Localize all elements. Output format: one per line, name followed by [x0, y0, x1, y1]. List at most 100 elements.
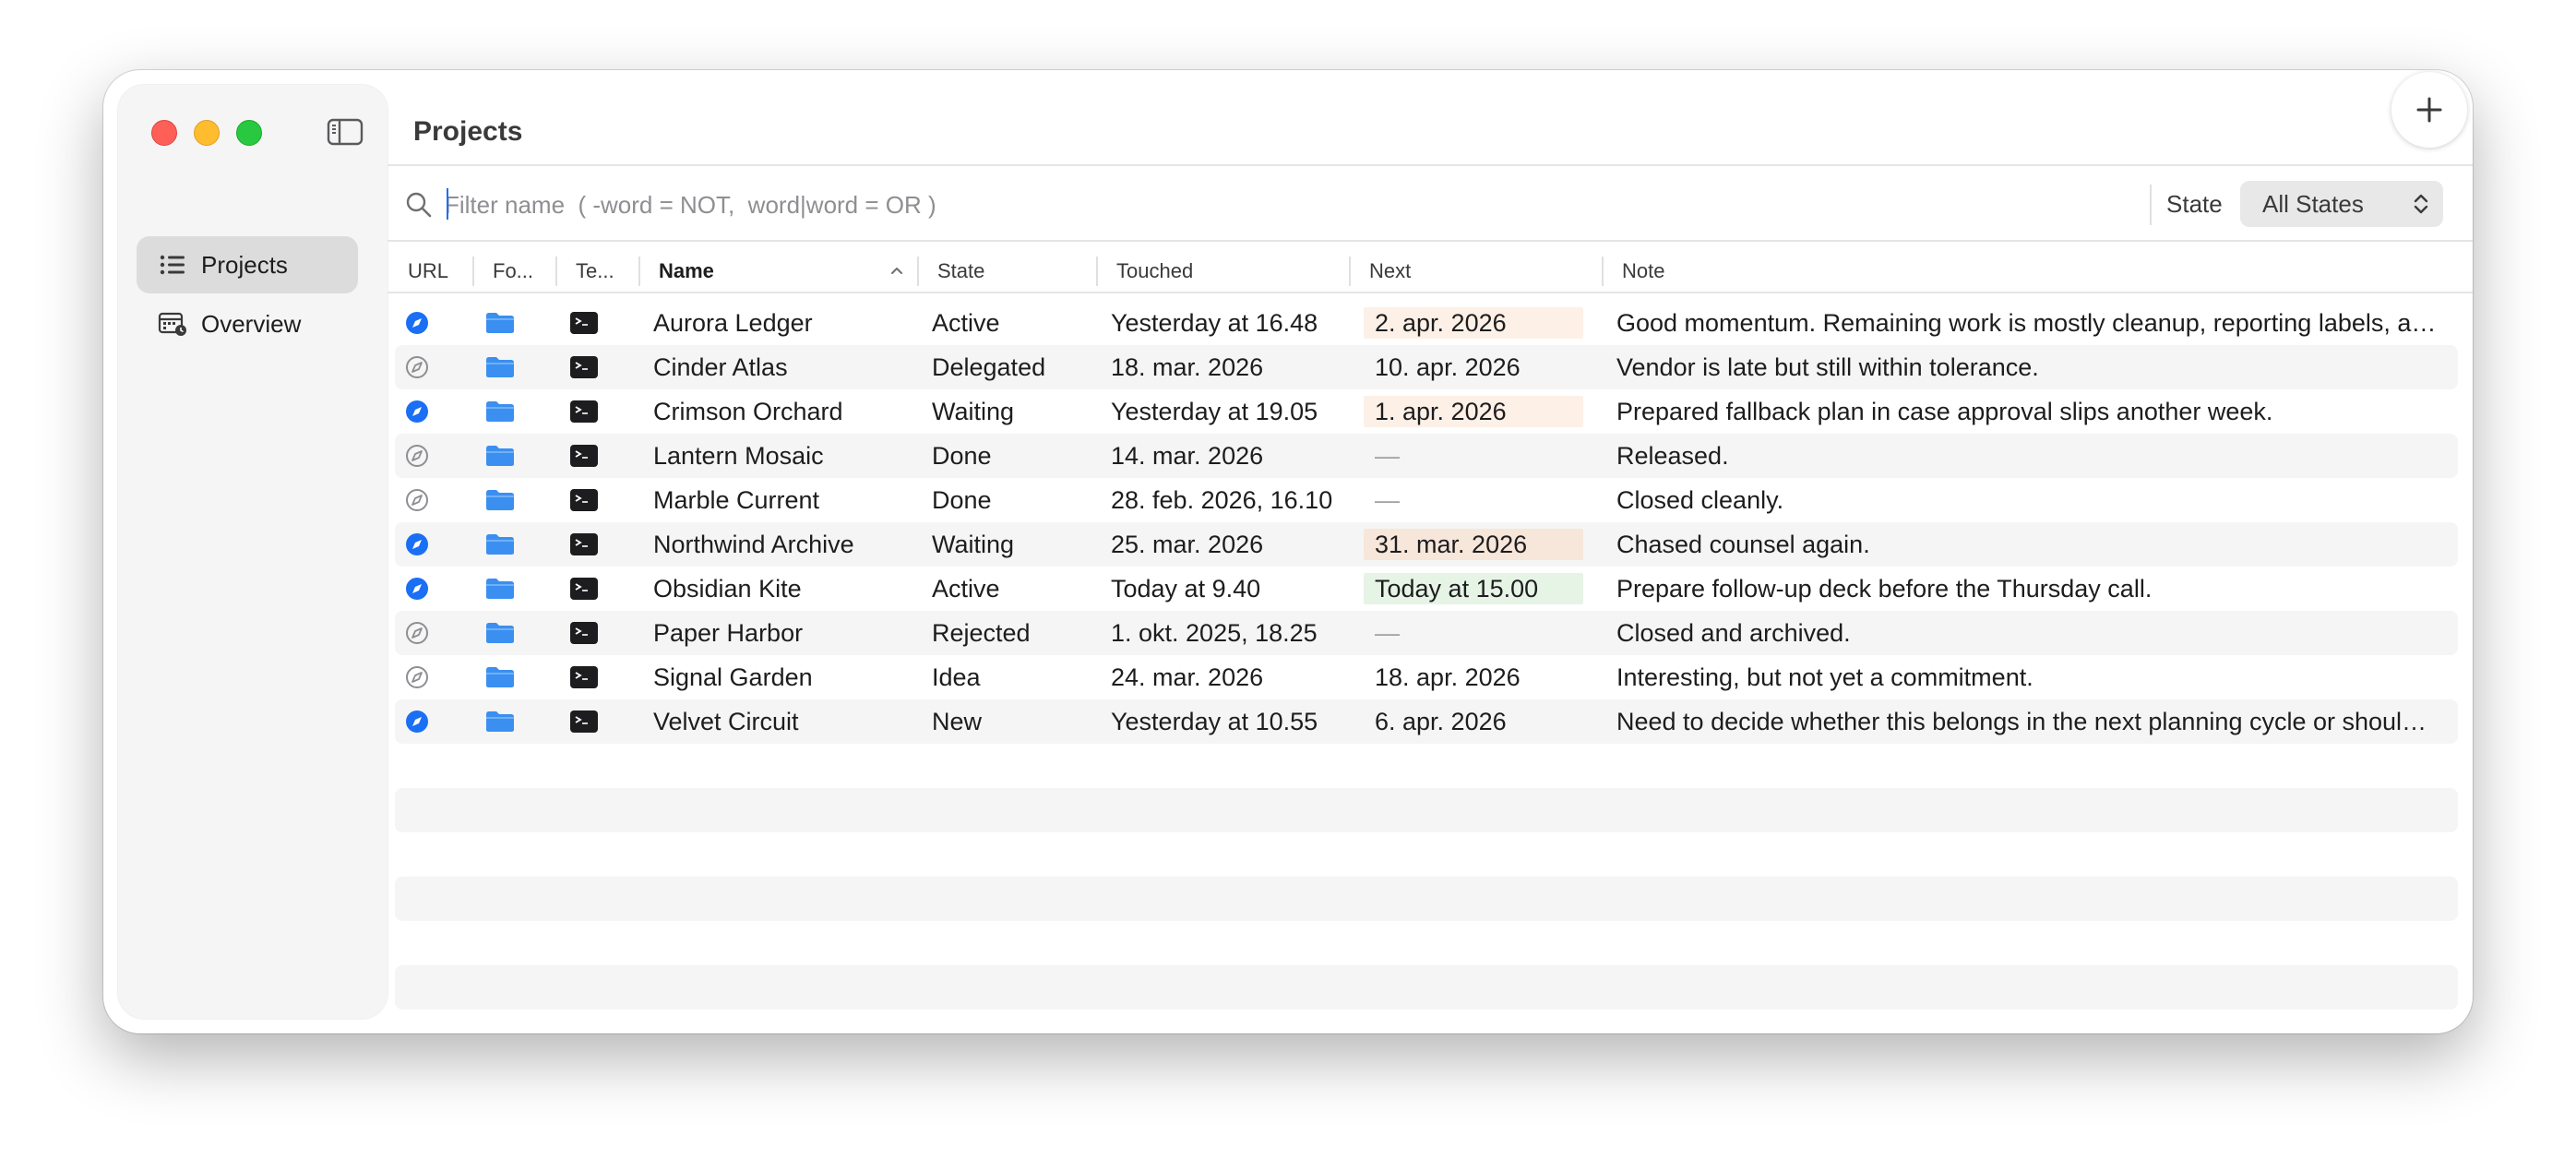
project-note: Released. [1616, 442, 1729, 470]
project-state: Active [932, 308, 1000, 337]
folder-icon[interactable] [485, 655, 515, 699]
plus-icon [2416, 97, 2442, 123]
table-row[interactable]: Marble Current Done 28. feb. 2026, 16.10 — C… [395, 478, 2458, 522]
next-date: 6. apr. 2026 [1375, 707, 1507, 735]
compass-outline-icon[interactable] [404, 345, 430, 389]
column-header-name[interactable]: Name [659, 255, 714, 288]
folder-icon[interactable] [485, 522, 515, 567]
terminal-icon[interactable] [570, 389, 598, 434]
project-name: Cinder Atlas [653, 352, 788, 381]
compass-outline-icon[interactable] [404, 434, 430, 478]
project-name: Northwind Archive [653, 530, 854, 558]
project-note: Need to decide whether this belongs in t… [1616, 708, 2438, 735]
folder-icon[interactable] [485, 301, 515, 345]
column-header-next[interactable]: Next [1369, 255, 1411, 288]
compass-outline-icon[interactable] [404, 478, 430, 522]
terminal-icon[interactable] [570, 301, 598, 345]
folder-icon[interactable] [485, 611, 515, 655]
table-row[interactable]: Obsidian Kite Active Today at 9.40 Today at… [395, 567, 2458, 611]
compass-outline-icon[interactable] [404, 611, 430, 655]
divider [388, 164, 2473, 166]
project-note: Chased counsel again. [1616, 531, 1870, 558]
column-header-terminal[interactable]: Te... [576, 255, 614, 288]
compass-icon[interactable] [404, 567, 430, 611]
next-date: — [1375, 618, 1400, 647]
folder-icon[interactable] [485, 699, 515, 744]
close-window-button[interactable] [151, 120, 177, 146]
touched-date: 18. mar. 2026 [1111, 352, 1264, 381]
divider [388, 292, 2473, 293]
terminal-icon[interactable] [570, 522, 598, 567]
project-state: Idea [932, 663, 981, 691]
folder-icon[interactable] [485, 567, 515, 611]
terminal-icon[interactable] [570, 567, 598, 611]
next-date: 2. apr. 2026 [1375, 308, 1507, 337]
terminal-icon[interactable] [570, 478, 598, 522]
next-date: — [1375, 441, 1400, 470]
next-date: 31. mar. 2026 [1375, 530, 1528, 558]
sidebar-item-projects[interactable]: Projects [137, 236, 358, 293]
next-date: 1. apr. 2026 [1375, 397, 1507, 425]
empty-row [395, 965, 2458, 1009]
project-state: Rejected [932, 618, 1031, 647]
sort-ascending-icon [891, 268, 902, 274]
table-row[interactable]: Aurora Ledger Active Yesterday at 16.48 2. … [395, 301, 2458, 345]
chevron-up-down-icon [2414, 194, 2428, 214]
touched-date: 1. okt. 2025, 18.25 [1111, 618, 1318, 647]
touched-date: Yesterday at 10.55 [1111, 707, 1318, 735]
compass-icon[interactable] [404, 301, 430, 345]
filter-name-input[interactable] [445, 185, 1736, 225]
touched-date: Today at 9.40 [1111, 574, 1261, 603]
table-row[interactable]: Velvet Circuit New Yesterday at 10.55 6. ap… [395, 699, 2458, 744]
table-row[interactable]: Cinder Atlas Delegated 18. mar. 2026 10. ap… [395, 345, 2458, 389]
zoom-window-button[interactable] [236, 120, 262, 146]
add-project-button[interactable] [2391, 72, 2467, 148]
folder-icon[interactable] [485, 434, 515, 478]
sidebar-item-label: Overview [201, 309, 302, 338]
sidebar-item-overview[interactable]: Overview [137, 295, 358, 352]
project-name: Lantern Mosaic [653, 441, 824, 470]
project-note: Closed and archived. [1616, 619, 1851, 647]
folder-icon[interactable] [485, 345, 515, 389]
terminal-icon[interactable] [570, 699, 598, 744]
terminal-icon[interactable] [570, 655, 598, 699]
table-row[interactable]: Northwind Archive Waiting 25. mar. 2026 31.… [395, 522, 2458, 567]
column-divider [1096, 257, 1098, 286]
sidebar-toggle-button[interactable] [327, 118, 364, 146]
list-icon [157, 252, 188, 278]
column-divider [917, 257, 919, 286]
column-header-state[interactable]: State [937, 255, 984, 288]
state-filter-select[interactable]: All States [2240, 181, 2443, 227]
project-name: Aurora Ledger [653, 308, 813, 337]
column-header-note[interactable]: Note [1622, 255, 1664, 288]
project-name: Marble Current [653, 485, 820, 514]
table-row[interactable]: Paper Harbor Rejected 1. okt. 2025, 18.25 —… [395, 611, 2458, 655]
table-row[interactable]: Lantern Mosaic Done 14. mar. 2026 — Released… [395, 434, 2458, 478]
column-header-url[interactable]: URL [408, 255, 448, 288]
touched-date: Yesterday at 19.05 [1111, 397, 1318, 425]
sidebar-item-label: Projects [201, 250, 288, 279]
folder-icon[interactable] [485, 389, 515, 434]
search-icon [406, 192, 432, 218]
minimize-window-button[interactable] [194, 120, 220, 146]
terminal-icon[interactable] [570, 434, 598, 478]
terminal-icon[interactable] [570, 611, 598, 655]
folder-icon[interactable] [485, 478, 515, 522]
column-header-touched[interactable]: Touched [1116, 255, 1193, 288]
terminal-icon[interactable] [570, 345, 598, 389]
column-divider [472, 257, 474, 286]
table-row[interactable]: Crimson Orchard Waiting Yesterday at 19.05… [395, 389, 2458, 434]
compass-icon[interactable] [404, 699, 430, 744]
project-name: Paper Harbor [653, 618, 804, 647]
compass-icon[interactable] [404, 522, 430, 567]
table-row[interactable]: Signal Garden Idea 24. mar. 2026 18. apr. 2… [395, 655, 2458, 699]
state-filter-value: All States [2262, 189, 2364, 218]
column-header-folder[interactable]: Fo... [493, 255, 533, 288]
compass-outline-icon[interactable] [404, 655, 430, 699]
column-divider [638, 257, 640, 286]
project-note: Vendor is late but still within toleranc… [1616, 353, 2039, 381]
touched-date: 24. mar. 2026 [1111, 663, 1264, 691]
project-state: Waiting [932, 397, 1015, 425]
compass-icon[interactable] [404, 389, 430, 434]
project-note: Interesting, but not yet a commitment. [1616, 663, 2033, 691]
